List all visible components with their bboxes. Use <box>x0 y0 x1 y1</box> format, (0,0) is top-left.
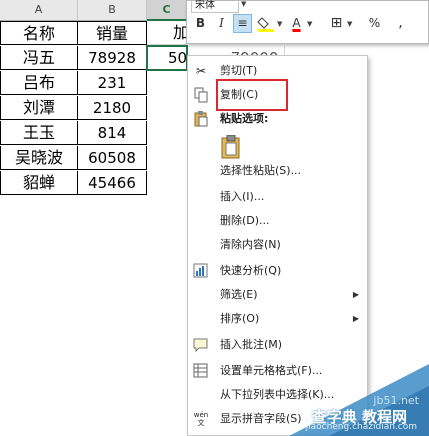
chevron-down-icon[interactable]: ▼ <box>277 20 282 28</box>
submenu-arrow-icon: ▶ <box>352 314 359 323</box>
paste-option-button[interactable] <box>220 134 242 159</box>
menu-item-insert[interactable]: 插入(I)... <box>188 185 367 209</box>
column-header-c[interactable]: C <box>147 0 187 21</box>
quick-analysis-icon <box>193 263 209 279</box>
table-row-sales[interactable]: 78928 <box>78 46 147 70</box>
italic-button[interactable]: I <box>212 14 231 33</box>
menu-item-quick-analysis[interactable]: 快速分析(Q) <box>188 259 367 283</box>
menu-item-insert-comment[interactable]: 插入批注(M) <box>188 333 367 357</box>
menu-item-sort[interactable]: 排序(O) ▶ <box>188 307 367 331</box>
table-row-sales[interactable]: 2180 <box>78 96 147 120</box>
mini-toolbar: 宋体 ▼ B I ≡ ▼ A ▼ ⊞ ▼ % , <box>186 0 429 44</box>
table-row-name[interactable]: 王玉 <box>0 121 78 145</box>
bold-button[interactable]: B <box>191 14 210 33</box>
column-label: C <box>162 3 171 16</box>
menu-item-label: 清除内容(N) <box>220 238 281 251</box>
column-label: B <box>108 3 116 16</box>
fill-color-button[interactable] <box>257 14 276 33</box>
font-name-box[interactable]: 宋体 <box>191 0 239 13</box>
chevron-down-icon[interactable]: ▼ <box>307 20 312 28</box>
menu-item-delete[interactable]: 删除(D)... <box>188 209 367 233</box>
paste-icon <box>193 111 209 127</box>
borders-button[interactable]: ⊞ <box>327 14 346 33</box>
copy-icon <box>193 87 209 103</box>
paint-bucket-icon <box>257 17 274 32</box>
phonetic-icon: wén 文 <box>193 411 209 427</box>
table-row-sales[interactable]: 60508 <box>78 146 147 170</box>
menu-section-paste-options: 粘贴选项: <box>188 107 367 131</box>
fill-color-swatch <box>258 29 274 32</box>
percent-style-button[interactable]: % <box>365 14 384 33</box>
cell-a1[interactable]: 名称 <box>0 21 78 45</box>
menu-item-copy[interactable]: 复制(C) <box>188 79 367 111</box>
menu-item-label: 插入(I)... <box>220 190 265 203</box>
chevron-down-icon[interactable]: ▼ <box>241 0 246 8</box>
menu-item-label: 快速分析(Q) <box>220 264 282 277</box>
column-header-b[interactable]: B <box>78 0 147 21</box>
menu-item-label: 剪切(T) <box>220 64 258 77</box>
table-row-sales[interactable]: 231 <box>78 71 147 95</box>
table-row-sales[interactable]: 814 <box>78 121 147 145</box>
font-name: 宋体 <box>195 0 215 11</box>
watermark-url: jiaocheng.chazidian.com <box>305 422 417 432</box>
selected-cell-c2[interactable]: 500 <box>146 45 188 71</box>
watermark: jb51.net 查字典 教程网 jiaocheng.chazidian.com <box>289 364 429 436</box>
table-row-sales[interactable]: 45466 <box>78 171 147 195</box>
comma-style-button[interactable]: , <box>391 14 410 33</box>
menu-item-cut[interactable]: ✂ 剪切(T) <box>188 59 367 83</box>
align-center-button[interactable]: ≡ <box>233 14 252 33</box>
menu-item-paste-special[interactable]: 选择性粘贴(S)... <box>188 159 367 183</box>
cell-b1[interactable]: 销量 <box>78 21 147 45</box>
menu-item-label: 排序(O) <box>220 312 260 325</box>
menu-item-label: 复制(C) <box>216 79 288 111</box>
column-header-a[interactable]: A <box>0 0 78 21</box>
chevron-down-icon[interactable]: ▼ <box>347 20 352 28</box>
font-color-button[interactable]: A <box>287 14 306 33</box>
menu-section-label: 粘贴选项: <box>220 112 269 125</box>
table-row-name[interactable]: 貂蝉 <box>0 171 78 195</box>
menu-item-label: 筛选(E) <box>220 288 258 301</box>
menu-item-label: 删除(D)... <box>220 214 270 227</box>
menu-item-filter[interactable]: 筛选(E) ▶ <box>188 283 367 307</box>
column-label: A <box>34 3 43 16</box>
menu-item-label: 选择性粘贴(S)... <box>220 164 302 177</box>
table-row-name[interactable]: 刘潭 <box>0 96 78 120</box>
format-cells-icon <box>193 363 209 379</box>
cell-c1[interactable]: 加 <box>147 21 187 45</box>
clipboard-icon <box>221 134 240 159</box>
table-row-name[interactable]: 冯五 <box>0 46 78 70</box>
comment-icon <box>193 337 209 353</box>
table-row-name[interactable]: 吕布 <box>0 71 78 95</box>
submenu-arrow-icon: ▶ <box>352 290 359 299</box>
menu-item-clear-contents[interactable]: 清除内容(N) <box>188 233 367 257</box>
menu-item-label: 插入批注(M) <box>220 338 283 351</box>
table-row-name[interactable]: 吴晓波 <box>0 146 78 170</box>
scissors-icon: ✂ <box>195 64 207 78</box>
